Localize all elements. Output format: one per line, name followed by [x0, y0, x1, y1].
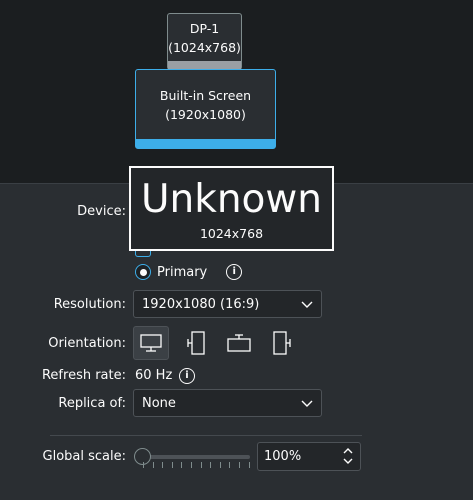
identify-output-overlay: Unknown 1024x768 [129, 166, 334, 251]
orientation-portrait-left-button[interactable] [178, 326, 214, 360]
device-label: Device: [77, 204, 126, 219]
chevron-down-icon [301, 400, 313, 407]
portrait-left-icon [187, 331, 205, 355]
identify-output-name: Unknown [140, 177, 323, 222]
portrait-right-icon [273, 331, 291, 355]
landscape-icon [140, 334, 162, 352]
scale-tick [162, 462, 164, 468]
scale-tick [210, 462, 212, 468]
chevron-down-icon [301, 301, 313, 308]
replica-label: Replica of: [58, 396, 126, 411]
orientation-flipped-button[interactable] [221, 326, 257, 360]
screen-builtin-resolution: (1920x1080) [165, 107, 246, 122]
enabled-checkbox[interactable] [135, 251, 151, 257]
global-scale-slider-track[interactable] [142, 455, 250, 459]
identify-output-resolution: 1024x768 [199, 226, 264, 241]
primary-label: Primary [157, 264, 208, 280]
scale-tick [239, 462, 240, 468]
screen-dp1-text: DP-1 (1024x768) [168, 19, 241, 57]
refresh-rate-value: 60 Hz [135, 368, 173, 383]
separator [50, 435, 362, 436]
primary-radio-row[interactable]: Primary i [135, 264, 243, 280]
info-icon[interactable]: i [226, 264, 243, 280]
scale-tick [143, 462, 144, 468]
global-scale-ticks [143, 462, 251, 468]
scale-tick [200, 462, 202, 468]
radio-dot [139, 268, 147, 276]
screen-dp1-name: DP-1 [189, 20, 220, 36]
screen-dp1-bar [168, 61, 241, 69]
replica-value: None [142, 395, 176, 411]
orientation-portrait-right-button[interactable] [264, 326, 300, 360]
scale-tick [181, 462, 183, 468]
resolution-value: 1920x1080 (16:9) [142, 296, 260, 312]
screen-dp1[interactable]: DP-1 (1024x768) [167, 13, 242, 70]
resolution-combo[interactable]: 1920x1080 (16:9) [133, 290, 322, 318]
primary-radio[interactable] [135, 264, 151, 280]
screen-layout-view[interactable]: DP-1 (1024x768) Built-in Screen (1920x10… [0, 0, 473, 184]
screen-dp1-resolution: (1024x768) [168, 39, 241, 55]
display-configuration: DP-1 (1024x768) Built-in Screen (1920x10… [0, 0, 473, 500]
scale-tick [248, 462, 250, 468]
global-scale-value: 100% [264, 449, 302, 464]
screen-builtin-bar [136, 139, 275, 148]
scale-tick [229, 462, 231, 468]
spin-arrows-icon[interactable] [342, 446, 354, 466]
refresh-rate-label: Refresh rate: [41, 368, 126, 383]
scale-tick [152, 462, 154, 468]
global-scale-spinbox[interactable]: 100% [257, 442, 361, 471]
screen-builtin-name: Built-in Screen [159, 88, 252, 103]
resolution-label: Resolution: [53, 297, 126, 312]
orientation-landscape-button[interactable] [133, 326, 169, 360]
landscape-flipped-icon [227, 334, 251, 352]
replica-combo[interactable]: None [133, 389, 322, 417]
orientation-label: Orientation: [48, 336, 126, 351]
global-scale-label: Global scale: [42, 449, 126, 464]
scale-tick [219, 462, 221, 468]
screen-builtin-text: Built-in Screen (1920x1080) [160, 86, 251, 124]
scale-tick [171, 462, 173, 468]
refresh-info-icon[interactable]: i [179, 368, 195, 384]
screen-builtin[interactable]: Built-in Screen (1920x1080) [135, 69, 276, 149]
scale-tick [191, 462, 192, 468]
